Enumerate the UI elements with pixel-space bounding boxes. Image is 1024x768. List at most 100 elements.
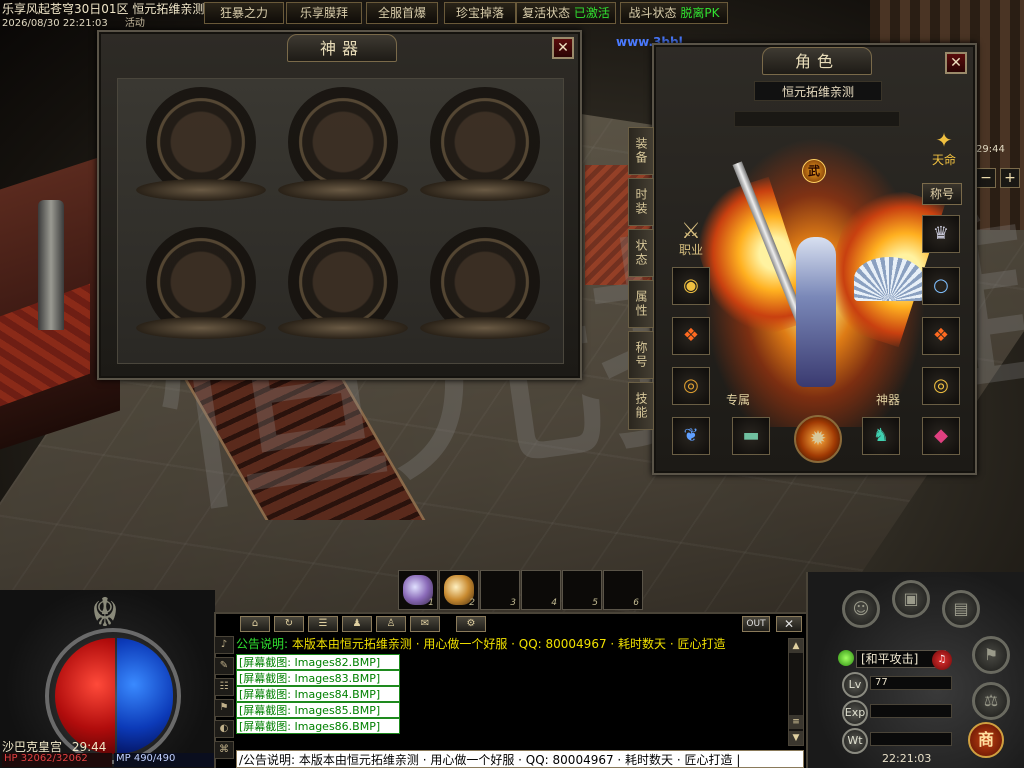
belt-number: 4 (551, 598, 557, 608)
tab-skills[interactable]: 技能 (628, 382, 654, 430)
equip-slot-belt[interactable]: ▬ (732, 417, 770, 455)
artifact-slot-base (278, 317, 408, 339)
exclusive-label: 专属 (726, 393, 751, 407)
hidden-activity-tab[interactable]: 活动 (125, 18, 145, 29)
artifact-slot-base (136, 317, 266, 339)
level-badge: Lv (842, 672, 868, 698)
character-menu-button[interactable]: ☺ (842, 590, 880, 628)
minimap-zoom-out-button[interactable]: − (976, 168, 996, 188)
tab-attributes[interactable]: 属性 (628, 280, 654, 328)
artifact-panel[interactable]: 神器 ✕ (97, 30, 582, 380)
notice-body: 本版本由恒元拓维亲测 · 用心做一个好服 · QQ: 80004967 · 耗时… (291, 637, 726, 651)
crossed-swords-icon: ⚔ (681, 219, 701, 244)
character-panel[interactable]: 角色 ✕ 恒元拓维亲测 装备 时装 状态 属性 称号 技能 武 ⚔ 职业 ✦ 天… (628, 43, 977, 475)
stone-pillar (38, 200, 64, 330)
necklace-icon: ○ (933, 275, 949, 296)
equip-slot-ring-left[interactable]: ◎ (672, 367, 710, 405)
shop-button[interactable]: 商 (968, 722, 1004, 758)
equip-slot-helmet[interactable]: ♛ (922, 215, 960, 253)
exp-badge: Exp (842, 700, 868, 726)
chat-private-icon[interactable]: ✎ (214, 657, 234, 675)
belt-slot-6[interactable]: 6 (603, 570, 643, 610)
server-datetime: 2026/08/30 22:21:03 活动 (2, 14, 145, 29)
equip-slot-necklace[interactable]: ○ (922, 267, 960, 305)
balance-menu-button[interactable]: ⚖ (972, 682, 1010, 720)
belt-slot-5[interactable]: 5 (562, 570, 602, 610)
equip-slot-medal[interactable]: ◉ (672, 267, 710, 305)
bag-menu-button[interactable]: ▣ (892, 580, 930, 618)
wings-icon: ❦ (683, 425, 699, 446)
chat-team-icon[interactable]: ♟ (342, 616, 372, 632)
equip-slot-bracelet-left[interactable]: ❖ (672, 317, 710, 355)
revive-status-value: 已激活 (573, 6, 610, 20)
tab-equipment[interactable]: 装备 (628, 127, 654, 175)
chat-mail-icon[interactable]: ✉ (410, 616, 440, 632)
artifact-slot-base (420, 179, 550, 201)
chat-close-button[interactable]: ✕ (776, 616, 802, 632)
chat-mountain-icon[interactable]: ⌂ (240, 616, 270, 632)
chat-volume-icon[interactable]: ♪ (214, 636, 234, 654)
bracelet-icon: ❖ (932, 325, 950, 346)
tab-titles[interactable]: 称号 (628, 331, 654, 379)
chat-friends-icon[interactable]: ♙ (376, 616, 406, 632)
revive-status: 复活状态 已激活 (516, 2, 616, 24)
sound-toggle-icon[interactable]: ♫ (932, 650, 952, 670)
equip-slot-boots[interactable]: ♞ (862, 417, 900, 455)
mp-orb (117, 638, 173, 754)
revive-status-label: 复活状态 (522, 6, 571, 20)
top-button-mobai[interactable]: 乐享膜拜 (286, 2, 362, 24)
server-datetime-value: 2026/08/30 22:21:03 (2, 18, 108, 29)
chat-shout-icon[interactable]: ⌘ (214, 741, 234, 759)
exp-bar (870, 704, 952, 718)
equip-slot-gem[interactable]: ◆ (922, 417, 960, 455)
artifact-panel-title: 神器 (287, 34, 397, 62)
ring-icon: ◎ (933, 375, 949, 396)
weight-badge: Wt (842, 728, 868, 754)
bag-icon: ▣ (903, 589, 919, 608)
ring-icon: ◎ (683, 375, 699, 396)
tab-fashion[interactable]: 时装 (628, 178, 654, 226)
equip-slot-wings[interactable]: ❦ (672, 417, 710, 455)
destiny-emblem[interactable]: ✦ 天命 (922, 129, 966, 169)
character-title-bar (734, 111, 900, 127)
chat-world-icon[interactable]: ◐ (214, 720, 234, 738)
artifact-panel-close-button[interactable]: ✕ (552, 37, 574, 59)
belt-slot-3[interactable]: 3 (480, 570, 520, 610)
tab-status[interactable]: 状态 (628, 229, 654, 277)
hud-control-area: ☺ ▣ ▤ ⚑ ⚖ [和平攻击] ♫ Lv 77 Exp Wt 商 22:21:… (806, 572, 1024, 768)
exclusive-orb[interactable]: ✹ (794, 415, 842, 463)
equip-slot-ring-right[interactable]: ◎ (922, 367, 960, 405)
top-button-zhenbao[interactable]: 珍宝掉落 (444, 2, 516, 24)
chat-refresh-icon[interactable]: ↻ (274, 616, 304, 632)
attack-mode-icon[interactable] (838, 650, 854, 666)
skills-menu-button[interactable]: ▤ (942, 590, 980, 628)
belt-slot-1[interactable]: 1 (398, 570, 438, 610)
chat-scrollbar[interactable]: ▲ ≡ ▼ (788, 638, 804, 746)
scales-icon: ⚖ (983, 691, 999, 710)
chat-message: [屏幕截图: Images85.BMP] (236, 702, 400, 718)
guild-menu-button[interactable]: ⚑ (972, 636, 1010, 674)
chat-input[interactable]: /公告说明: 本版本由恒元拓维亲测 · 用心做一个好服 · QQ: 800049… (236, 750, 804, 768)
chat-guild-icon[interactable]: ⚑ (214, 699, 234, 717)
destiny-label: 天命 (931, 153, 956, 167)
top-button-kuangbao[interactable]: 狂暴之力 (204, 2, 284, 24)
equip-slot-bracelet-right[interactable]: ❖ (922, 317, 960, 355)
location-name: 沙巴克皇宫 (2, 740, 63, 754)
belt-slot-2[interactable]: 2 (439, 570, 479, 610)
character-name: 恒元拓维亲测 (754, 81, 882, 101)
scroll-menu-icon[interactable]: ≡ (789, 715, 803, 729)
chat-settings-icon[interactable]: ⚙ (456, 616, 486, 632)
chat-out-button[interactable]: OUT (742, 616, 770, 632)
character-panel-close-button[interactable]: ✕ (945, 52, 967, 74)
hp-orb (55, 638, 115, 754)
scroll-down-icon[interactable]: ▼ (789, 731, 803, 745)
belt-slot-4[interactable]: 4 (521, 570, 561, 610)
scroll-up-icon[interactable]: ▲ (789, 639, 803, 653)
martial-badge[interactable]: 武 (802, 159, 826, 183)
chat-group-toggle-icon[interactable]: ☷ (214, 678, 234, 696)
top-button-shoubao[interactable]: 全服首爆 (366, 2, 438, 24)
title-button[interactable]: 称号 (922, 183, 962, 205)
minimap-zoom-in-button[interactable]: + (1000, 168, 1020, 188)
mp-value: MP 490/490 (114, 753, 214, 767)
chat-group-icon[interactable]: ☰ (308, 616, 338, 632)
